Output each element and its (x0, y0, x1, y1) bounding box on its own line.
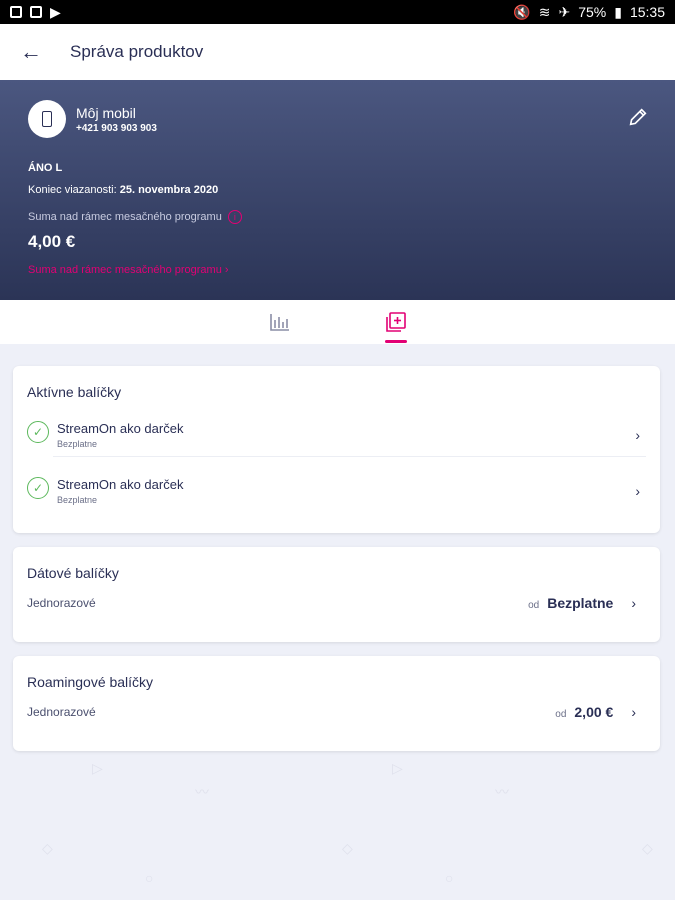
triangle-decoration-icon: ▷ (392, 760, 403, 776)
row-label: Jednorazové (27, 705, 96, 719)
diamond-decoration-icon: ◇ (642, 840, 653, 856)
mute-icon: 🔇 (513, 3, 531, 20)
active-packages-title: Aktívne balíčky (27, 384, 122, 400)
chevron-right-icon: › (635, 483, 640, 499)
active-tab-indicator (384, 340, 407, 343)
device-row: Môj mobil +421 903 903 903 (28, 100, 647, 138)
diamond-decoration-icon: ◇ (342, 840, 353, 856)
overlimit-link[interactable]: Suma nad rámec mesačného programu › (28, 264, 647, 276)
edit-pencil-icon[interactable] (627, 106, 649, 128)
add-package-icon (385, 312, 406, 332)
overlimit-amount: 4,00 € (28, 232, 76, 251)
roaming-packages-title: Roamingové balíčky (27, 674, 154, 690)
tab-packages[interactable] (383, 309, 409, 343)
squiggle-decoration-icon: 〰 (195, 784, 209, 800)
phone-icon (28, 100, 66, 138)
battery-level: 75% (578, 4, 607, 20)
device-number: +421 903 903 903 (76, 122, 157, 134)
package-row[interactable]: ✓ StreamOn ako darček Bezplatne › (13, 457, 660, 513)
squiggle-decoration-icon: 〰 (495, 784, 509, 800)
plan-name: ÁNO L (28, 162, 63, 174)
package-price: Bezplatne (57, 439, 98, 449)
status-bar: ▶ 🔇 ≋ ✈ 75% ▮ 15:35 (0, 0, 675, 24)
check-circle-icon: ✓ (27, 421, 49, 443)
price-value: 2,00 € (574, 704, 614, 720)
row-label: Jednorazové (27, 596, 96, 610)
overlimit-label: Suma nad rámec mesačného programu (28, 211, 222, 223)
mail-icon (30, 6, 42, 18)
package-name: StreamOn ako darček (57, 421, 184, 436)
package-price: Bezplatne (57, 495, 98, 505)
commitment-date: 25. novembra 2020 (119, 184, 219, 196)
data-packages-card: Dátové balíčky Jednorazové od Bezplatne … (13, 547, 660, 642)
overlimit-link-text: Suma nad rámec mesačného programu (28, 264, 222, 276)
triangle-decoration-icon: ▷ (92, 760, 103, 776)
airplane-icon: ✈ (558, 3, 571, 20)
commitment-label: Koniec viazanosti: (28, 184, 117, 196)
diamond-decoration-icon: ◇ (42, 840, 53, 856)
roaming-packages-card: Roamingové balíčky Jednorazové od 2,00 €… (13, 656, 660, 751)
price-prefix: od (528, 600, 540, 611)
active-packages-card: Aktívne balíčky ✓ StreamOn ako darček Be… (13, 366, 660, 533)
overlimit-label-row: Suma nad rámec mesačného programu i (28, 210, 647, 224)
chevron-right-icon: › (631, 704, 636, 720)
commitment-info: Koniec viazanosti: 25. novembra 2020 (28, 184, 647, 196)
app-header: ← Správa produktov (0, 24, 675, 80)
clock: 15:35 (629, 4, 665, 20)
battery-icon: ▮ (614, 3, 622, 20)
notification-icon (10, 6, 22, 18)
package-name: StreamOn ako darček (57, 477, 184, 492)
back-arrow-icon[interactable]: ← (20, 39, 60, 65)
check-circle-icon: ✓ (27, 477, 49, 499)
circle-decoration-icon: ○ (445, 870, 454, 886)
roaming-packages-row[interactable]: Jednorazové od 2,00 € › (13, 690, 660, 720)
bar-chart-icon (269, 314, 289, 331)
circle-decoration-icon: ○ (145, 870, 154, 886)
chevron-right-icon: › (631, 595, 636, 611)
data-packages-row[interactable]: Jednorazové od Bezplatne › (13, 581, 660, 611)
chevron-right-icon: › (224, 264, 229, 276)
wifi-icon: ≋ (538, 3, 551, 20)
page-title: Správa produktov (70, 42, 204, 61)
device-name: Môj mobil (76, 104, 136, 121)
play-icon: ▶ (50, 3, 61, 20)
tab-bar (0, 300, 675, 344)
price-value: Bezplatne (547, 595, 614, 611)
price-prefix: od (555, 709, 567, 720)
account-banner: Môj mobil +421 903 903 903 ÁNO L Koniec … (0, 80, 675, 300)
tab-usage[interactable] (267, 309, 293, 335)
chevron-right-icon: › (635, 427, 640, 443)
package-row[interactable]: ✓ StreamOn ako darček Bezplatne › (13, 400, 660, 456)
data-packages-title: Dátové balíčky (27, 565, 119, 581)
info-icon[interactable]: i (227, 210, 242, 224)
